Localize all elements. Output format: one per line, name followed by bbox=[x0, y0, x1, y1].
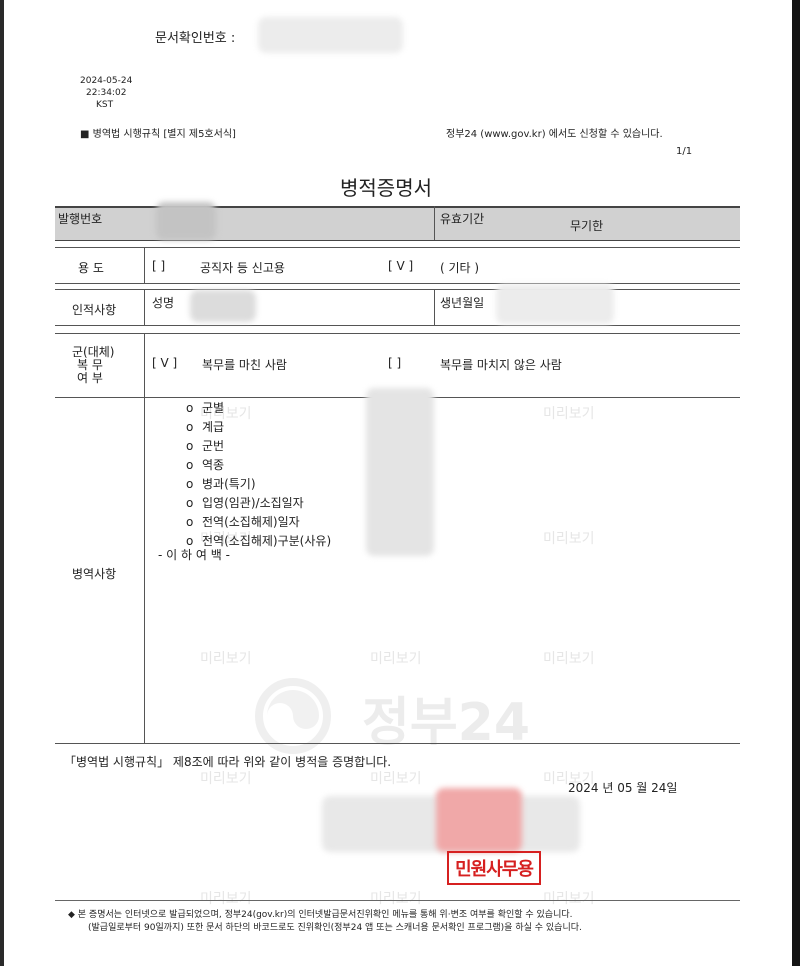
rule-reference: ■ 병역법 시행규칙 [별지 제5호서식] bbox=[80, 129, 236, 140]
official-seal-redacted bbox=[436, 788, 522, 852]
name-redacted bbox=[190, 290, 256, 322]
purpose-bottom-line bbox=[55, 283, 740, 284]
doc-check-number-redacted bbox=[258, 17, 403, 53]
birth-label: 생년월일 bbox=[440, 296, 485, 310]
identity-divider-2 bbox=[434, 289, 435, 325]
watermark-preview: 미리보기 bbox=[543, 651, 595, 667]
right-edge bbox=[792, 0, 800, 966]
certification-statement: 「병역법 시행규칙」 제8조에 따라 위와 같이 병적을 증명합니다. bbox=[64, 755, 392, 769]
validity-value: 무기한 bbox=[570, 219, 604, 233]
service-option2-text: 복무를 마치지 않은 사람 bbox=[440, 358, 562, 372]
identity-label: 인적사항 bbox=[72, 303, 117, 317]
list-item: o 전역(소집해제)일자 bbox=[186, 515, 300, 529]
birth-redacted bbox=[496, 284, 614, 324]
print-timezone: KST bbox=[96, 100, 114, 110]
footer-notice-line1: ◆ 본 증명서는 인터넷으로 발급되었으며, 정부24(gov.kr)의 인터넷… bbox=[68, 910, 573, 920]
list-item: o 군번 bbox=[186, 439, 225, 453]
watermark-preview: 미리보기 bbox=[370, 891, 422, 907]
service-label-line3: 여 부 bbox=[77, 371, 103, 385]
list-item: o 역종 bbox=[186, 458, 225, 472]
service-option2-checkbox: [ ] bbox=[388, 356, 402, 370]
purpose-option2-text: ( 기타 ) bbox=[440, 261, 480, 275]
watermark-preview: 미리보기 bbox=[543, 531, 595, 547]
certification-date: 2024 년 05 월 24일 bbox=[568, 781, 678, 795]
service-option1-checkbox: [ V ] bbox=[152, 356, 178, 370]
civil-affairs-seal: 민원사무용 bbox=[447, 851, 541, 885]
end-mark: - 이 하 여 백 - bbox=[158, 548, 230, 562]
watermark-preview: 미리보기 bbox=[200, 651, 252, 667]
print-time: 22:34:02 bbox=[86, 88, 127, 98]
military-divider bbox=[144, 397, 145, 743]
left-edge bbox=[0, 0, 4, 966]
identity-divider bbox=[144, 289, 145, 325]
watermark-preview: 미리보기 bbox=[370, 651, 422, 667]
gov-notice: 정부24 (www.gov.kr) 에서도 신청할 수 있습니다. bbox=[446, 129, 663, 140]
service-option1-text: 복무를 마친 사람 bbox=[202, 358, 287, 372]
watermark-preview: 미리보기 bbox=[200, 891, 252, 907]
print-date: 2024-05-24 bbox=[80, 76, 133, 86]
identity-top-line bbox=[55, 289, 740, 290]
page-title: 병적증명서 bbox=[340, 176, 432, 200]
purpose-top-line bbox=[55, 247, 740, 248]
validity-label: 유효기간 bbox=[440, 212, 485, 226]
identity-bottom-line bbox=[55, 325, 740, 326]
military-values-redacted bbox=[366, 388, 434, 556]
list-item: o 군별 bbox=[186, 401, 225, 415]
page-number: 1/1 bbox=[676, 146, 693, 157]
military-label: 병역사항 bbox=[72, 567, 117, 581]
purpose-divider bbox=[144, 247, 145, 283]
list-item: o 입영(임관)/소집일자 bbox=[186, 496, 304, 510]
service-divider bbox=[144, 333, 145, 397]
military-bottom-line bbox=[55, 743, 740, 744]
watermark-preview: 미리보기 bbox=[543, 891, 595, 907]
issue-number-label: 발행번호 bbox=[58, 212, 103, 226]
watermark-preview: 미리보기 bbox=[370, 771, 422, 787]
purpose-option1-checkbox: [ ] bbox=[152, 259, 166, 273]
watermark-preview: 미리보기 bbox=[543, 406, 595, 422]
military-items-list: o 군별 o 계급 o 군번 o 역종 o 병과(특기) o 입영(임관)/소집일자 o 전역… bbox=[186, 399, 331, 551]
service-top-line bbox=[55, 333, 740, 334]
issue-row-divider bbox=[434, 206, 435, 240]
purpose-label: 용 도 bbox=[78, 261, 104, 275]
purpose-option1-text: 공직자 등 신고용 bbox=[200, 261, 285, 275]
watermark-preview: 미리보기 bbox=[200, 771, 252, 787]
issue-number-redacted bbox=[156, 202, 216, 240]
name-label: 성명 bbox=[152, 296, 175, 310]
footer-line bbox=[55, 900, 740, 901]
footer-notice-line2: (발급일로부터 90일까지) 또한 문서 하단의 바코드로도 진위확인(정부24… bbox=[88, 923, 582, 933]
list-item: o 병과(특기) bbox=[186, 477, 256, 491]
purpose-option2-checkbox: [ V ] bbox=[388, 259, 414, 273]
list-item: o 계급 bbox=[186, 420, 225, 434]
doc-check-label: 문서확인번호 : bbox=[155, 31, 236, 46]
